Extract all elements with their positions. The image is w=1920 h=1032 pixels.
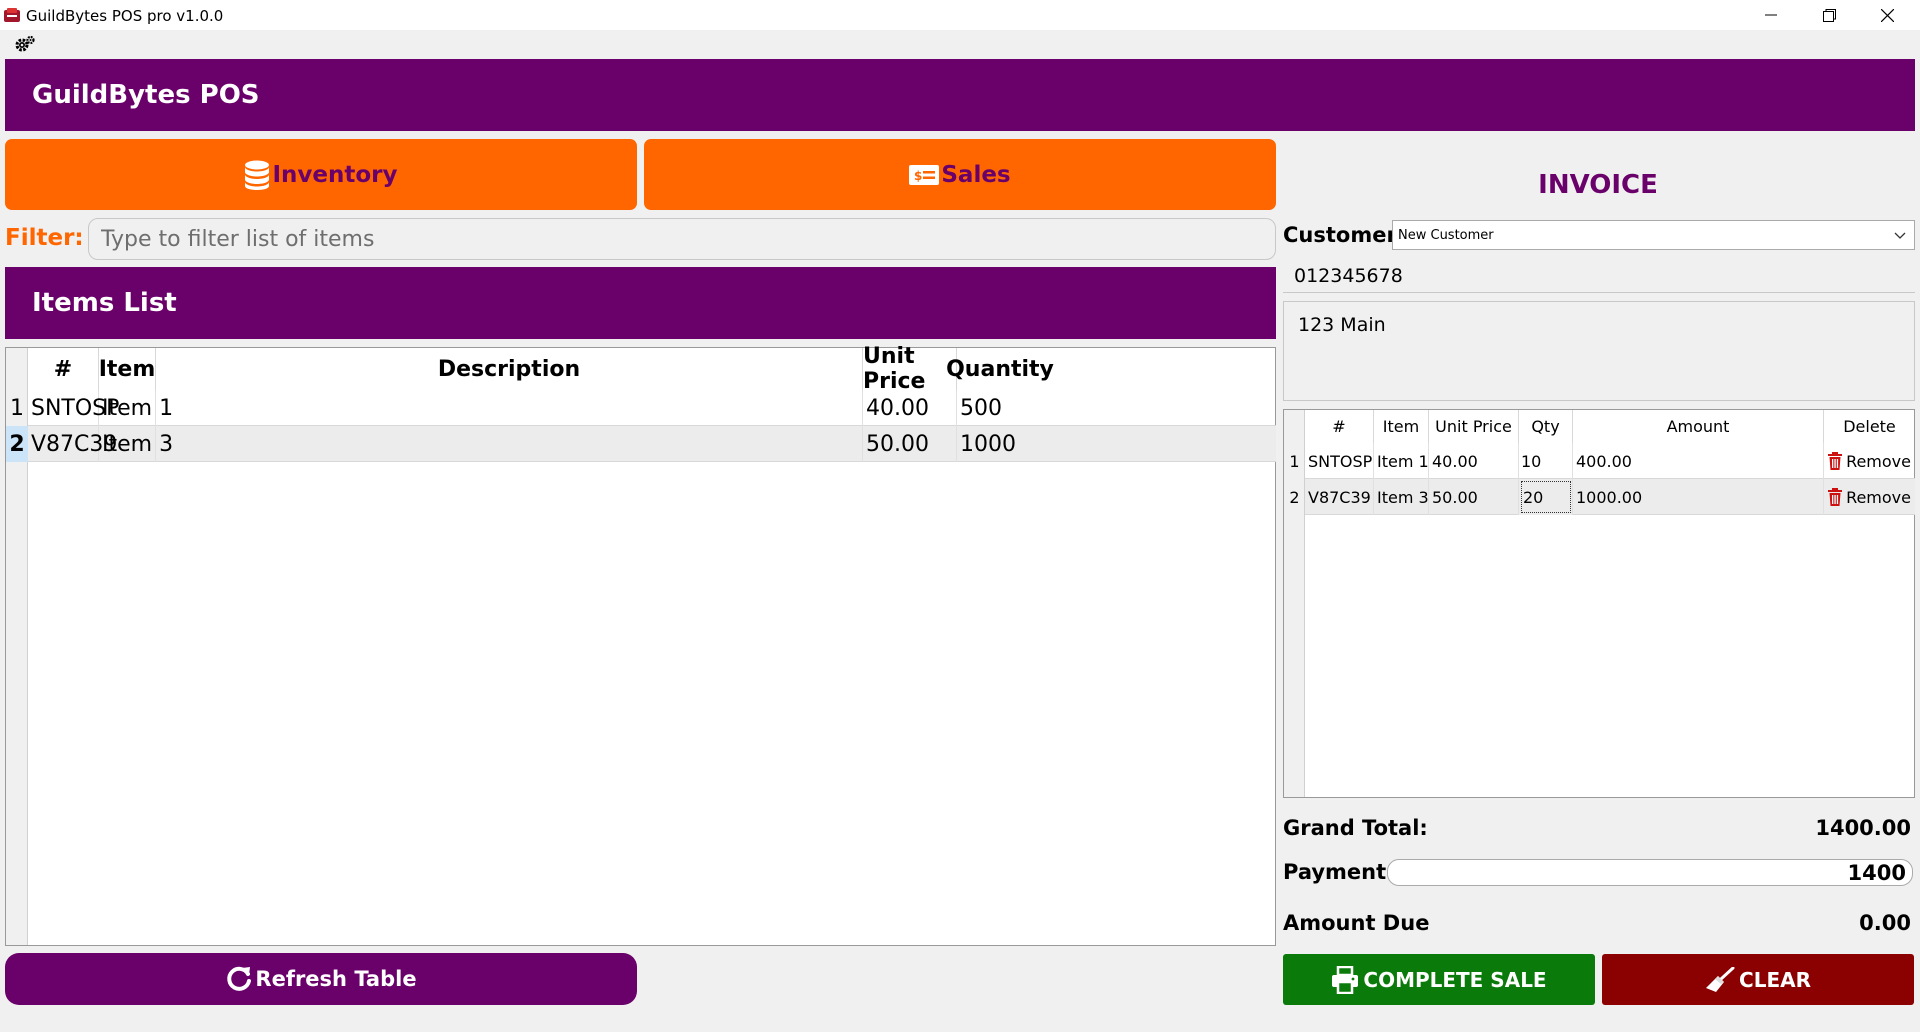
invoice-title: INVOICE <box>1538 170 1658 200</box>
complete-sale-button[interactable]: COMPLETE SALE <box>1283 954 1595 1005</box>
invoice-item-cell[interactable]: Item 3 <box>1374 479 1429 515</box>
grand-total-value: 1400.00 <box>1815 816 1911 840</box>
item-quantity-cell[interactable]: 500 <box>957 390 1043 426</box>
payment-label: Payment: <box>1283 860 1395 884</box>
invoice-column-header-number[interactable]: # <box>1305 410 1374 443</box>
invoice-unit-price-cell[interactable]: 50.00 <box>1429 479 1519 515</box>
customer-select[interactable]: New Customer <box>1392 220 1915 250</box>
row-number[interactable]: 2 <box>6 426 28 462</box>
column-header-quantity[interactable]: Quantity <box>946 348 1054 390</box>
column-header-number[interactable]: # <box>28 348 99 390</box>
clear-button-label: CLEAR <box>1739 967 1811 992</box>
invoice-code-cell[interactable]: SNTOSP <box>1305 443 1374 479</box>
money-icon: $ <box>909 164 940 185</box>
app-logo-icon <box>4 8 20 22</box>
remove-button[interactable]: Remove <box>1824 443 1915 479</box>
invoice-amount-cell[interactable]: 1000.00 <box>1573 479 1824 515</box>
customer-phone[interactable]: 012345678 <box>1294 265 1403 287</box>
filter-label: Filter: <box>5 225 84 251</box>
minimize-button[interactable] <box>1742 0 1800 30</box>
invoice-column-header-item[interactable]: Item <box>1374 410 1429 443</box>
column-header-unit-price[interactable]: Unit Price <box>863 344 957 394</box>
sales-button-label: Sales <box>941 161 1011 188</box>
remove-button-label: Remove <box>1846 487 1911 507</box>
restore-button[interactable] <box>1800 0 1858 30</box>
database-icon <box>245 160 270 190</box>
row-number[interactable]: 2 <box>1284 479 1305 515</box>
item-name-cell[interactable]: Item 3 <box>99 426 173 462</box>
trash-icon <box>1828 488 1843 506</box>
invoice-qty-cell[interactable]: 10 <box>1519 443 1573 479</box>
customer-label: Customer: <box>1283 223 1406 247</box>
inventory-button-label: Inventory <box>272 161 398 188</box>
row-number[interactable]: 1 <box>6 390 28 426</box>
item-unit-price-cell[interactable]: 40.00 <box>863 390 957 426</box>
gear-icon <box>15 35 35 52</box>
svg-text:$: $ <box>914 169 922 183</box>
item-code-cell[interactable]: V87C39 <box>28 426 117 462</box>
column-header-description[interactable]: Description <box>156 348 863 390</box>
chevron-down-icon <box>1894 232 1906 239</box>
invoice-qty-cell[interactable]: 20 <box>1519 479 1573 515</box>
item-name-cell[interactable]: Item 1 <box>99 390 173 426</box>
remove-button-label: Remove <box>1846 451 1911 471</box>
refresh-table-label: Refresh Table <box>255 967 417 991</box>
column-header-item[interactable]: Item <box>99 348 156 390</box>
trash-icon <box>1828 452 1843 470</box>
customer-address-field[interactable]: 123 Main <box>1283 301 1915 401</box>
payment-input[interactable] <box>1387 859 1913 886</box>
remove-button[interactable]: Remove <box>1824 479 1915 515</box>
amount-due-label: Amount Due <box>1283 911 1430 935</box>
close-icon <box>1880 8 1894 22</box>
window-titlebar: GuildBytes POS pro v1.0.0 <box>0 0 1920 30</box>
item-code-cell[interactable]: SNTOSP <box>28 390 119 426</box>
grand-total-label: Grand Total: <box>1283 816 1428 840</box>
row-number[interactable]: 1 <box>1284 443 1305 479</box>
settings-button[interactable] <box>14 34 36 54</box>
refresh-icon <box>227 966 252 991</box>
restore-icon <box>1822 8 1836 22</box>
broom-icon <box>1706 966 1735 992</box>
inventory-button[interactable]: Inventory <box>5 139 637 210</box>
item-quantity-cell[interactable]: 1000 <box>957 426 1043 462</box>
invoice-unit-price-cell[interactable]: 40.00 <box>1429 443 1519 479</box>
toolbar <box>0 30 1920 58</box>
items-list-header: Items List <box>5 267 1276 339</box>
item-unit-price-cell[interactable]: 50.00 <box>863 426 957 462</box>
invoice-item-cell[interactable]: Item 1 <box>1374 443 1429 479</box>
invoice-amount-cell[interactable]: 400.00 <box>1573 443 1824 479</box>
items-list-title: Items List <box>32 288 177 318</box>
clear-button[interactable]: CLEAR <box>1602 954 1914 1005</box>
item-description-cell[interactable] <box>156 426 863 462</box>
invoice-column-header-unit-price[interactable]: Unit Price <box>1429 410 1519 443</box>
invoice-column-header-qty[interactable]: Qty <box>1519 410 1573 443</box>
app-title: GuildBytes POS <box>32 80 260 110</box>
item-description-cell[interactable] <box>156 390 863 426</box>
invoice-column-header-delete[interactable]: Delete <box>1824 410 1915 443</box>
sales-button[interactable]: $ Sales <box>644 139 1276 210</box>
minimize-icon <box>1765 14 1777 16</box>
items-table[interactable]: # Item Description Unit Price Quantity 1… <box>5 344 1276 946</box>
filter-input[interactable] <box>88 218 1276 260</box>
customer-address-text: 123 Main <box>1298 314 1386 336</box>
close-button[interactable] <box>1858 0 1916 30</box>
invoice-column-header-amount[interactable]: Amount <box>1573 410 1824 443</box>
refresh-table-button[interactable]: Refresh Table <box>5 953 637 1005</box>
complete-sale-label: COMPLETE SALE <box>1363 967 1547 992</box>
customer-select-value: New Customer <box>1398 227 1494 243</box>
invoice-table[interactable]: # Item Unit Price Qty Amount Delete 1 SN… <box>1283 409 1915 798</box>
printer-icon <box>1332 965 1359 994</box>
window-title: GuildBytes POS pro v1.0.0 <box>26 7 224 25</box>
phone-divider <box>1283 292 1915 293</box>
amount-due-value: 0.00 <box>1859 911 1911 935</box>
invoice-code-cell[interactable]: V87C39 <box>1305 479 1374 515</box>
app-header: GuildBytes POS <box>5 59 1915 131</box>
